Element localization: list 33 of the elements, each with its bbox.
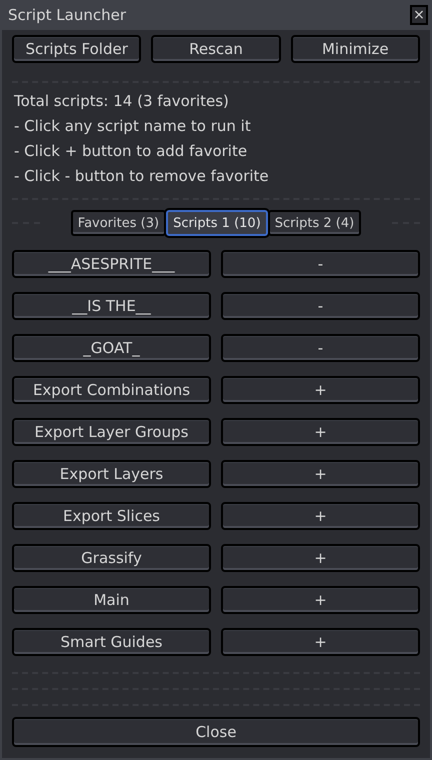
script-button[interactable]: __IS THE__ xyxy=(12,292,211,320)
favorite-toggle-button[interactable]: + xyxy=(221,586,420,614)
favorite-toggle-button[interactable]: + xyxy=(221,376,420,404)
script-button[interactable]: Export Layer Groups xyxy=(12,418,211,446)
favorite-toggle-button[interactable]: + xyxy=(221,418,420,446)
favorite-toggle-button[interactable]: - xyxy=(221,292,420,320)
tab[interactable]: Scripts 2 (4) xyxy=(268,210,362,236)
tab[interactable]: Favorites (3) xyxy=(70,210,166,236)
close-button[interactable]: × xyxy=(410,5,428,25)
toolbar-button[interactable]: Minimize xyxy=(290,35,420,63)
script-button[interactable]: Export Combinations xyxy=(12,376,211,404)
favorite-toggle-button[interactable]: + xyxy=(221,628,420,656)
info-text: - Click + button to add favorite xyxy=(14,142,248,161)
info-text: Total scripts: 14 (3 favorites) xyxy=(14,92,230,111)
script-button[interactable]: Smart Guides xyxy=(12,628,211,656)
script-button[interactable]: Export Slices xyxy=(12,502,211,530)
script-button[interactable]: Export Layers xyxy=(12,460,211,488)
toolbar-button[interactable]: Rescan xyxy=(151,35,281,63)
tab[interactable]: Scripts 1 (10) xyxy=(166,210,268,236)
favorite-toggle-button[interactable]: + xyxy=(221,544,420,572)
toolbar-button[interactable]: Scripts Folder xyxy=(12,35,142,63)
favorite-toggle-button[interactable]: + xyxy=(221,502,420,530)
close-button[interactable]: Close xyxy=(12,717,420,747)
favorite-toggle-button[interactable]: - xyxy=(221,334,420,362)
favorite-toggle-button[interactable]: + xyxy=(221,460,420,488)
info-text: - Click any script name to run it xyxy=(14,117,252,136)
script-button[interactable]: Grassify xyxy=(12,544,211,572)
script-button[interactable]: _GOAT_ xyxy=(12,334,211,362)
favorite-toggle-button[interactable]: - xyxy=(221,250,420,278)
info-text: - Click - button to remove favorite xyxy=(14,167,270,186)
script-button[interactable]: Main xyxy=(12,586,211,614)
window-title: Script Launcher xyxy=(8,4,126,26)
script-button[interactable]: ___ASESPRITE___ xyxy=(12,250,211,278)
